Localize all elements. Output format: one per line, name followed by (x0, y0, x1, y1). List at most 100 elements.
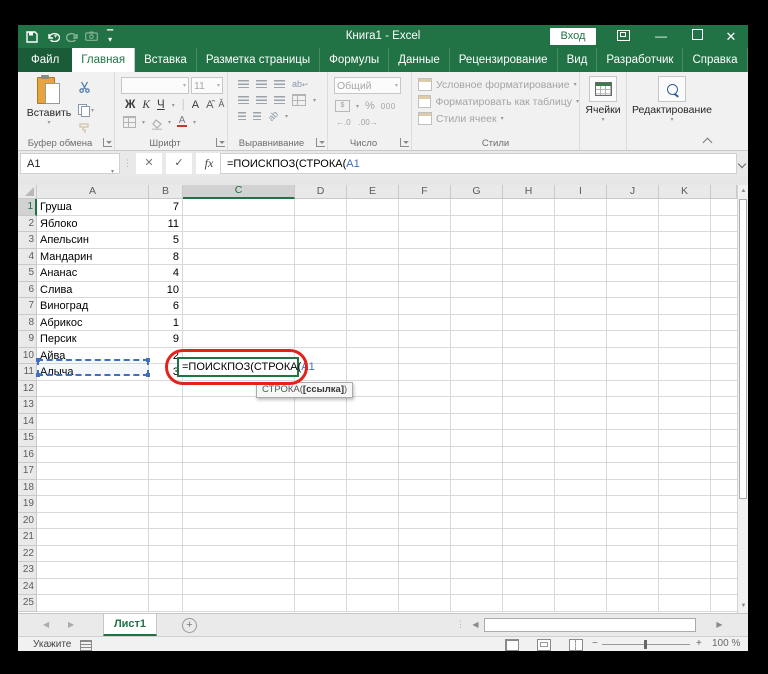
cell-J23[interactable] (607, 562, 659, 579)
font-name-combo[interactable]: ▾ (121, 77, 189, 94)
align-center-icon[interactable] (256, 96, 267, 104)
cell-I10[interactable] (555, 348, 607, 365)
cell-B20[interactable] (149, 513, 183, 530)
cell-H2[interactable] (503, 216, 555, 233)
page-layout-view-icon[interactable] (537, 639, 551, 651)
cell-A20[interactable] (37, 513, 149, 530)
cell-I8[interactable] (555, 315, 607, 332)
cell-I20[interactable] (555, 513, 607, 530)
cell-C22[interactable] (183, 546, 295, 563)
cell-K7[interactable] (659, 298, 711, 315)
cell-J14[interactable] (607, 414, 659, 431)
zoom-out-icon[interactable]: − (592, 638, 598, 649)
cell-E5[interactable] (347, 265, 399, 282)
cell-I24[interactable] (555, 579, 607, 596)
cell-I21[interactable] (555, 529, 607, 546)
cell-G13[interactable] (451, 397, 503, 414)
row-header-16[interactable]: 16 (18, 447, 37, 464)
cell-G17[interactable] (451, 463, 503, 480)
cell-J12[interactable] (607, 381, 659, 398)
cell-G3[interactable] (451, 232, 503, 249)
cell-I3[interactable] (555, 232, 607, 249)
cell-E13[interactable] (347, 397, 399, 414)
borders-icon[interactable] (123, 116, 136, 128)
cell-K21[interactable] (659, 529, 711, 546)
number-format-combo[interactable]: Общий▾ (334, 77, 401, 94)
cell-G6[interactable] (451, 282, 503, 299)
signin-button[interactable]: Вход (550, 28, 596, 45)
scroll-down-icon[interactable]: ▼ (739, 600, 748, 613)
cell-J19[interactable] (607, 496, 659, 513)
font-size-combo[interactable]: 11▾ (191, 77, 223, 94)
cell-D20[interactable] (295, 513, 347, 530)
orientation-icon[interactable]: ab (266, 109, 280, 123)
cell-C20[interactable] (183, 513, 295, 530)
cell-G7[interactable] (451, 298, 503, 315)
tab-2[interactable]: Вставка (135, 48, 197, 72)
column-header-C[interactable]: C (183, 185, 295, 199)
cell-G4[interactable] (451, 249, 503, 266)
cell-K6[interactable] (659, 282, 711, 299)
column-header-E[interactable]: E (347, 185, 399, 199)
clipboard-dialog-launcher-icon[interactable] (103, 138, 112, 147)
editing-button[interactable]: Редактирование ▾ (627, 72, 717, 123)
cell-B3[interactable]: 5 (149, 232, 183, 249)
row-header-1[interactable]: 1 (18, 199, 37, 216)
cell-E19[interactable] (347, 496, 399, 513)
cell-B17[interactable] (149, 463, 183, 480)
cell-D9[interactable] (295, 331, 347, 348)
row-header-23[interactable]: 23 (18, 562, 37, 579)
cell-D2[interactable] (295, 216, 347, 233)
tab-6[interactable]: Рецензирование (450, 48, 558, 72)
cell-G9[interactable] (451, 331, 503, 348)
cell-B8[interactable]: 1 (149, 315, 183, 332)
cell-J10[interactable] (607, 348, 659, 365)
increase-decimal-icon[interactable]: ←.0 (336, 118, 351, 127)
column-header-B[interactable]: B (149, 185, 183, 199)
cell-G1[interactable] (451, 199, 503, 216)
cell-C8[interactable] (183, 315, 295, 332)
cell-E10[interactable] (347, 348, 399, 365)
row-header-19[interactable]: 19 (18, 496, 37, 513)
column-header-I[interactable]: I (555, 185, 607, 199)
cell-K23[interactable] (659, 562, 711, 579)
align-middle-icon[interactable] (256, 80, 267, 88)
cell-C9[interactable] (183, 331, 295, 348)
insert-function-button[interactable]: fx (196, 153, 222, 174)
zoom-slider-thumb[interactable] (644, 640, 647, 649)
cell-G24[interactable] (451, 579, 503, 596)
cell-A2[interactable]: Яблоко (37, 216, 149, 233)
cell-E9[interactable] (347, 331, 399, 348)
cell-F24[interactable] (399, 579, 451, 596)
cell-K24[interactable] (659, 579, 711, 596)
cell-I7[interactable] (555, 298, 607, 315)
cell-H22[interactable] (503, 546, 555, 563)
cell-H25[interactable] (503, 595, 555, 612)
cell-E7[interactable] (347, 298, 399, 315)
underline-dropdown-icon[interactable]: ▾ (172, 102, 175, 109)
decrease-decimal-icon[interactable]: .00→ (359, 118, 378, 127)
column-header-G[interactable]: G (451, 185, 503, 199)
cell-F25[interactable] (399, 595, 451, 612)
row-header-13[interactable]: 13 (18, 397, 37, 414)
underline-button[interactable]: Ч (157, 99, 165, 111)
cell-H1[interactable] (503, 199, 555, 216)
cell-H13[interactable] (503, 397, 555, 414)
cell-A3[interactable]: Апельсин (37, 232, 149, 249)
row-header-3[interactable]: 3 (18, 232, 37, 249)
cell-J5[interactable] (607, 265, 659, 282)
percent-style-button[interactable]: % (365, 100, 375, 112)
cell-F2[interactable] (399, 216, 451, 233)
column-header-K[interactable]: K (659, 185, 711, 199)
cell-A9[interactable]: Персик (37, 331, 149, 348)
cell-A5[interactable]: Ананас (37, 265, 149, 282)
row-header-10[interactable]: 10 (18, 348, 37, 365)
cell-J7[interactable] (607, 298, 659, 315)
tab-bar-splitter[interactable]: ⋮ (456, 619, 465, 630)
row-header-6[interactable]: 6 (18, 282, 37, 299)
zoom-percentage[interactable]: 100 % (712, 638, 740, 649)
cell-B5[interactable]: 4 (149, 265, 183, 282)
ribbon-display-options-icon[interactable] (608, 25, 638, 48)
cell-I2[interactable] (555, 216, 607, 233)
cell-E8[interactable] (347, 315, 399, 332)
